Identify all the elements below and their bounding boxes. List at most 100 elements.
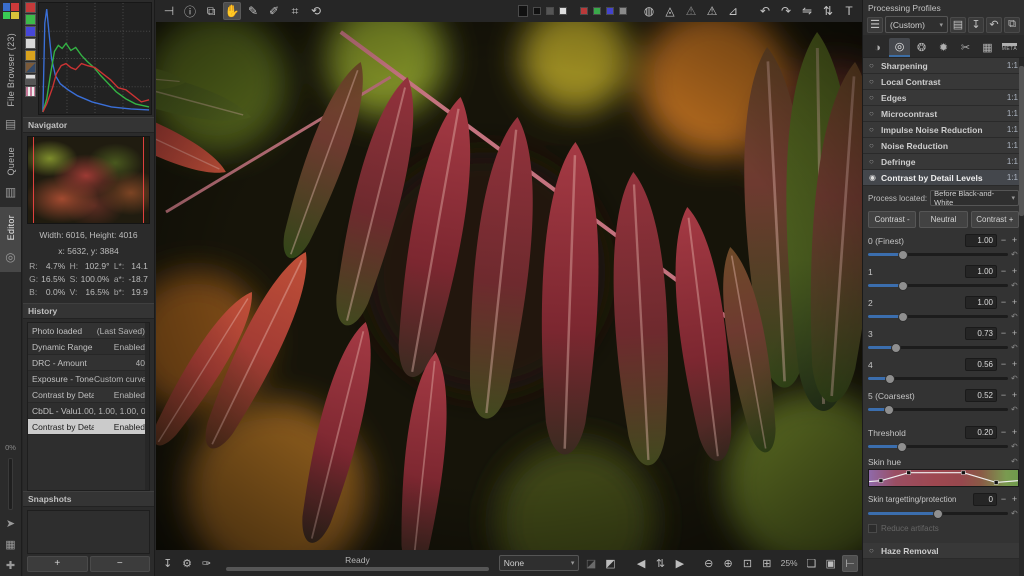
tool-toggle-icon[interactable]: ○: [869, 141, 877, 150]
channel-red-toggle[interactable]: [580, 7, 588, 15]
send-to-external-editor-icon[interactable]: ✑: [199, 555, 214, 572]
channel-green-toggle[interactable]: [593, 7, 601, 15]
decrement-button[interactable]: −: [999, 391, 1008, 400]
histogram-green-toggle[interactable]: [25, 14, 36, 25]
increment-button[interactable]: +: [1010, 267, 1019, 276]
tool-microcontrast[interactable]: ○Microcontrast1:1: [863, 106, 1024, 122]
slider-track[interactable]: [868, 253, 1008, 256]
slider-handle[interactable]: [897, 442, 907, 452]
history-row[interactable]: CbDL - Value1.00, 1.00, 1.00, 0...: [28, 403, 149, 419]
increment-button[interactable]: +: [1010, 360, 1019, 369]
zoom-100-icon[interactable]: ⊞: [759, 555, 774, 572]
increment-button[interactable]: +: [1010, 495, 1019, 504]
reset-icon[interactable]: ↶: [1011, 405, 1019, 414]
slider-handle[interactable]: [891, 343, 901, 353]
slider-track[interactable]: [868, 315, 1008, 318]
slider-track[interactable]: [868, 512, 1008, 515]
reset-icon[interactable]: ↶: [1011, 343, 1019, 352]
tool-contrast-by-detail-levels[interactable]: ◉Contrast by Detail Levels1:1: [863, 170, 1024, 186]
skin-hue-widget[interactable]: Skin hue↶: [868, 457, 1019, 487]
histogram-bar-toggle[interactable]: [25, 86, 36, 97]
increment-button[interactable]: +: [1010, 236, 1019, 245]
histogram-blue-toggle[interactable]: [25, 26, 36, 37]
slider-track[interactable]: [868, 346, 1008, 349]
reset-icon[interactable]: ↶: [1011, 457, 1019, 467]
before-after-icon[interactable]: ⧉: [202, 2, 220, 20]
neutral-button[interactable]: Neutral: [919, 211, 967, 228]
slider-handle[interactable]: [885, 374, 895, 384]
slider-track[interactable]: [868, 377, 1008, 380]
color-picker-icon[interactable]: ✎: [244, 2, 262, 20]
slider-handle[interactable]: [933, 509, 943, 519]
slider-track[interactable]: [868, 284, 1008, 287]
tool-impulse-noise-reduction[interactable]: ○Impulse Noise Reduction1:1: [863, 122, 1024, 138]
history-row[interactable]: Photo loaded(Last Saved): [28, 323, 149, 339]
history-row[interactable]: DRC - Amount40: [28, 355, 149, 371]
copy-profile-icon[interactable]: ⧉: [1004, 17, 1020, 33]
reset-icon[interactable]: ↶: [1011, 374, 1019, 383]
slider-handle[interactable]: [884, 405, 894, 415]
text-overlay-icon[interactable]: T: [840, 2, 858, 20]
photo-canvas[interactable]: [156, 22, 862, 550]
detail-window-icon[interactable]: ❏: [804, 555, 819, 572]
tab-color[interactable]: ❂: [911, 38, 932, 57]
fullscreen-icon[interactable]: ▣: [823, 555, 838, 572]
gamut-check-icon[interactable]: ◬: [661, 2, 679, 20]
tab-exposure[interactable]: ◑: [867, 38, 888, 57]
zoom-fit-icon[interactable]: ⊡: [740, 555, 755, 572]
reset-icon[interactable]: ↶: [1011, 250, 1019, 259]
save-profile-icon[interactable]: ↧: [968, 17, 984, 33]
revert-profile-icon[interactable]: ↶: [986, 17, 1002, 33]
skin-hue-curve[interactable]: [868, 469, 1019, 487]
zoom-in-icon[interactable]: ⊕: [720, 555, 735, 572]
increment-button[interactable]: +: [1010, 391, 1019, 400]
crop-tool-icon[interactable]: ⌗: [286, 2, 304, 20]
add-snapshot-button[interactable]: +: [27, 556, 88, 572]
slider-value[interactable]: 0.52: [965, 389, 997, 402]
snapshots-list[interactable]: [27, 510, 150, 554]
histogram-luma-toggle[interactable]: [25, 38, 36, 49]
filmstrip-toggle-icon[interactable]: ▦: [5, 538, 15, 551]
tool-toggle-icon[interactable]: ○: [869, 157, 877, 166]
slider-value[interactable]: 1.00: [965, 265, 997, 278]
decrement-button[interactable]: −: [999, 329, 1008, 338]
iarea-mode-select[interactable]: None ▾: [499, 555, 580, 571]
profiles-list-icon[interactable]: ☰: [867, 17, 883, 33]
save-image-icon[interactable]: ↧: [160, 555, 175, 572]
decrement-button[interactable]: −: [999, 495, 1008, 504]
slider-track[interactable]: [868, 445, 1008, 448]
sync-scroll-icon[interactable]: ⇅: [653, 555, 668, 572]
slider-value[interactable]: 0.20: [965, 426, 997, 439]
indicator-black[interactable]: [533, 7, 541, 15]
flip-horizontal-icon[interactable]: ⇋: [798, 2, 816, 20]
reset-icon[interactable]: ↶: [1011, 312, 1019, 321]
decrement-button[interactable]: −: [999, 360, 1008, 369]
history-row-selected[interactable]: Contrast by Detail...Enabled: [28, 419, 149, 435]
rotate-tool-icon[interactable]: ⟲: [307, 2, 325, 20]
slider-handle[interactable]: [898, 281, 908, 291]
tool-local-contrast[interactable]: ○Local Contrast: [863, 74, 1024, 90]
shadow-clipping-icon[interactable]: ⚠: [682, 2, 700, 20]
navigator-thumbnail[interactable]: [27, 136, 150, 224]
tab-queue[interactable]: Queue: [6, 139, 16, 184]
navigator-header[interactable]: Navigator: [23, 117, 154, 133]
tool-sharpening[interactable]: ○Sharpening1:1: [863, 58, 1024, 74]
tab-detail[interactable]: ◎: [889, 38, 910, 57]
tool-edges[interactable]: ○Edges1:1: [863, 90, 1024, 106]
decrement-button[interactable]: −: [999, 236, 1008, 245]
tool-toggle-icon[interactable]: ○: [869, 125, 877, 134]
soft-proofing-icon[interactable]: ◍: [640, 2, 658, 20]
tab-raw[interactable]: ▦: [977, 38, 998, 57]
reset-icon[interactable]: ↶: [1011, 281, 1019, 290]
reset-icon[interactable]: ↶: [1011, 442, 1019, 451]
history-scrollbar[interactable]: [145, 323, 149, 490]
previous-image-icon[interactable]: ◀: [633, 555, 648, 572]
snapshots-header[interactable]: Snapshots: [23, 491, 154, 507]
histogram-raw-toggle[interactable]: [25, 62, 36, 73]
slider-value[interactable]: 1.00: [965, 296, 997, 309]
slider-value[interactable]: 0.73: [965, 327, 997, 340]
info-icon[interactable]: ⓘ: [181, 2, 199, 20]
tab-transform[interactable]: ✂: [955, 38, 976, 57]
tool-toggle-icon[interactable]: ○: [869, 109, 877, 118]
slider-value[interactable]: 1.00: [965, 234, 997, 247]
